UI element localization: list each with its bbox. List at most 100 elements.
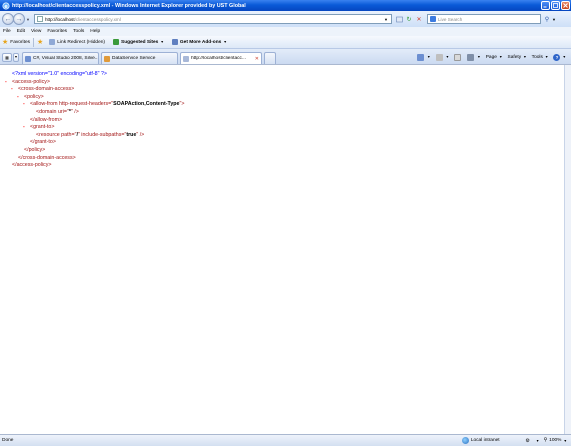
divider: [33, 37, 35, 47]
collapse-toggle[interactable]: -: [17, 94, 19, 102]
close-tab-icon[interactable]: ✕: [255, 56, 259, 62]
chevron-down-icon: ▼: [552, 16, 556, 22]
home-icon: [417, 53, 425, 61]
collapse-toggle[interactable]: -: [23, 124, 25, 132]
favorite-suggested-sites[interactable]: Suggested Sites ▼: [113, 39, 164, 45]
search-icon: ⚲: [544, 16, 550, 23]
favorite-get-more-addons-label: Get More Add-ons: [179, 39, 222, 45]
chevron-down-icon: ▼: [498, 55, 503, 59]
stop-button[interactable]: ✕: [414, 14, 424, 24]
vertical-scrollbar[interactable]: [564, 65, 571, 434]
settings-icon: ⚙: [525, 437, 530, 444]
tab-visual-studio[interactable]: C#, Visual Studio 2008, Silve...: [22, 52, 99, 64]
internet-explorer-icon: e: [2, 1, 10, 9]
xml-line: </allow-from>: [30, 116, 63, 123]
close-window-button[interactable]: [561, 1, 570, 10]
page-icon: [183, 55, 189, 62]
read-mail-button[interactable]: [454, 53, 462, 61]
print-button[interactable]: ▼: [467, 53, 481, 61]
xml-line: </policy>: [24, 147, 46, 153]
favorite-link-redirect[interactable]: Link Redirect (Hidden): [49, 39, 105, 45]
tab-label: http://localhost/clientacc...: [191, 56, 246, 61]
collapse-toggle[interactable]: -: [5, 79, 7, 87]
xml-line: <resource path="/" include-subpaths="tru…: [36, 132, 144, 140]
menu-edit[interactable]: Edit: [17, 29, 25, 34]
xml-text: " />: [70, 109, 79, 115]
xml-text: <resource path=": [36, 131, 77, 138]
page-icon: [104, 55, 110, 62]
maximize-icon: [553, 3, 558, 8]
xml-text: " include-subpaths=": [77, 131, 127, 138]
menu-file[interactable]: File: [3, 29, 11, 34]
xml-attribute-value: true: [126, 131, 137, 138]
menu-favorites[interactable]: Favorites: [47, 29, 67, 34]
chevron-down-icon: ▼: [563, 438, 567, 443]
feeds-icon: [435, 53, 443, 61]
suggested-sites-icon: [113, 39, 120, 45]
chevron-down-icon: ▼: [562, 55, 566, 59]
security-zone[interactable]: Local intranet: [461, 437, 500, 444]
collapse-toggle[interactable]: -: [11, 86, 13, 94]
menu-help[interactable]: Help: [90, 29, 100, 34]
favorite-suggested-sites-label: Suggested Sites: [121, 39, 159, 45]
search-button[interactable]: ⚲: [542, 14, 552, 24]
chevron-down-icon: ▼: [477, 55, 481, 59]
collapse-toggle[interactable]: -: [23, 101, 25, 109]
chevron-down-icon: ▼: [26, 16, 30, 22]
xml-attribute-value: SOAPAction,Content-Type: [113, 101, 180, 108]
status-text: Done: [2, 438, 14, 443]
menu-tools[interactable]: Tools: [73, 29, 84, 34]
chevron-down-icon: ▼: [384, 16, 388, 22]
home-button[interactable]: ▼: [417, 53, 431, 61]
zoom-level[interactable]: ⚲ 100% ▼: [544, 438, 567, 443]
url-path: /clientaccesspolicy.xml: [74, 16, 121, 22]
xml-declaration: <?xml version="1.0" encoding="utf-8" ?>: [12, 71, 107, 77]
xml-text: <domain uri=": [36, 109, 69, 115]
quick-tabs-icon: ▦: [5, 54, 9, 60]
xml-line: </cross-domain-access>: [18, 154, 76, 161]
xml-line: </grant-to>: [30, 139, 56, 146]
safety-menu[interactable]: Safety ▼: [508, 55, 527, 60]
add-to-favorites-bar-button[interactable]: ★: [37, 38, 43, 46]
quick-tabs-button[interactable]: ▦: [2, 52, 12, 62]
compatibility-view-icon: [395, 16, 403, 22]
new-tab-button[interactable]: [264, 52, 276, 64]
tab-bar: ▦ ▼ C#, Visual Studio 2008, Silve... Dat…: [0, 49, 571, 64]
address-field[interactable]: http://localhost/clientaccesspolicy.xml …: [34, 14, 392, 24]
maximize-button[interactable]: [551, 1, 560, 10]
favorites-button[interactable]: ★ Favorites: [2, 38, 30, 46]
search-input[interactable]: Live Search: [427, 14, 541, 24]
menu-view[interactable]: View: [31, 29, 41, 34]
chevron-down-icon: ▼: [14, 55, 18, 59]
tab-dataservice[interactable]: DataService Service: [101, 52, 178, 64]
minimize-button[interactable]: [541, 1, 550, 10]
address-url[interactable]: http://localhost/clientaccesspolicy.xml: [45, 17, 381, 22]
status-bar: Done Local intranet ⚙ ▼ ⚲ 100% ▼: [0, 434, 571, 446]
zoom-menu-button[interactable]: ▼: [536, 437, 540, 445]
page-content: <?xml version="1.0" encoding="utf-8" ?> …: [0, 64, 571, 434]
search-placeholder: Live Search: [438, 16, 463, 22]
feeds-button[interactable]: ▼: [435, 53, 450, 61]
favorite-get-more-addons[interactable]: Get More Add-ons ▼: [171, 39, 227, 45]
search-options-dropdown[interactable]: ▼: [552, 14, 558, 24]
chevron-down-icon: ▼: [445, 55, 450, 59]
recent-pages-dropdown[interactable]: ▼: [26, 15, 32, 23]
tab-list-button[interactable]: ▼: [13, 52, 19, 62]
tab-clientaccesspolicy[interactable]: http://localhost/clientacc... ✕: [180, 52, 262, 64]
page-menu-label: Page: [485, 54, 497, 60]
favorite-link-redirect-label: Link Redirect (Hidden): [57, 39, 106, 45]
xml-line: <domain uri="*" />: [36, 109, 79, 117]
tools-menu[interactable]: Tools ▼: [532, 55, 549, 60]
protected-mode-button[interactable]: ⚙: [524, 437, 532, 445]
help-menu[interactable]: ? ▼: [553, 53, 566, 61]
refresh-icon: ↻: [406, 16, 412, 23]
xml-line: </access-policy>: [12, 162, 52, 169]
page-menu[interactable]: Page ▼: [486, 55, 503, 60]
compatibility-view-button[interactable]: [394, 14, 404, 24]
url-host: http://localhost: [45, 16, 75, 22]
chevron-down-icon: ▼: [544, 55, 549, 59]
address-dropdown[interactable]: ▼: [381, 14, 391, 24]
safety-menu-label: Safety: [507, 54, 522, 60]
refresh-button[interactable]: ↻: [404, 14, 414, 24]
forward-button[interactable]: →: [13, 13, 25, 25]
